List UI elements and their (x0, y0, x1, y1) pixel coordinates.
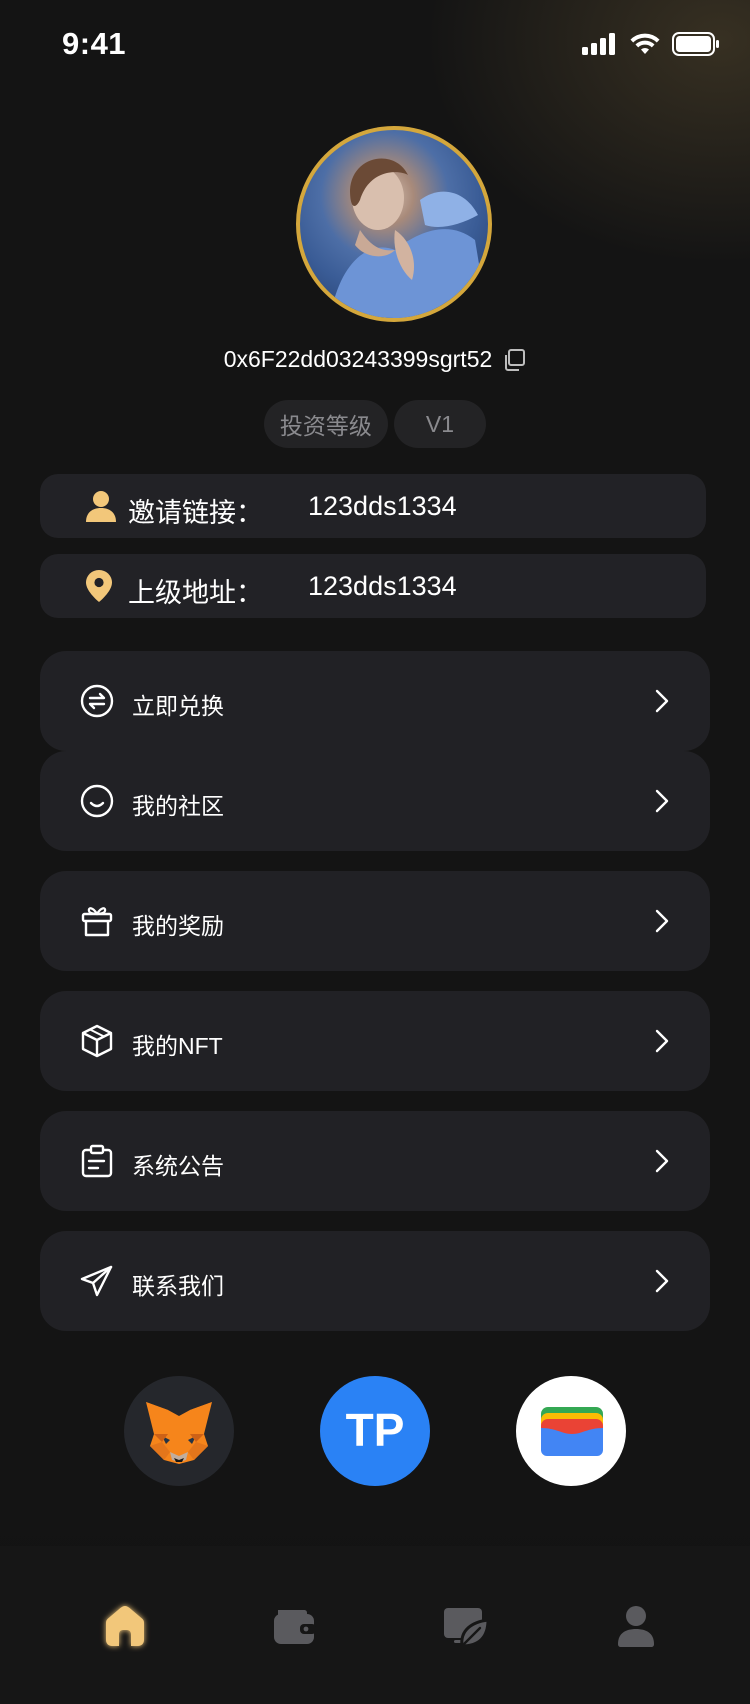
location-pin-icon (86, 570, 112, 602)
menu-label: 联系我们 (132, 1273, 224, 1299)
menu-label: 我的奖励 (132, 913, 224, 939)
wallet-app-button[interactable] (516, 1376, 626, 1486)
level-label-chip: 投资等级 (263, 400, 388, 448)
chevron-right-icon (655, 1029, 669, 1053)
parent-address-value: 123dds1334 (308, 571, 457, 601)
chevron-right-icon (655, 789, 669, 813)
signal-icon (582, 33, 615, 55)
invite-link-value: 123dds1334 (308, 491, 457, 521)
menu-item-contact[interactable]: 联系我们 (40, 1231, 710, 1331)
menu-item-community[interactable]: 我的社区 (40, 751, 710, 851)
home-icon[interactable] (99, 1600, 151, 1652)
wallet-address: 0x6F22dd03243399sgrt52 (223, 346, 493, 372)
status-time: 9:41 (62, 26, 127, 61)
battery-icon (672, 32, 719, 56)
status-bar: 9:41 (0, 0, 750, 92)
gift-icon (81, 907, 113, 937)
wallet-icon[interactable] (268, 1600, 320, 1652)
exchange-icon (80, 684, 114, 718)
menu-item-rewards[interactable]: 我的奖励 (40, 871, 710, 971)
nft-leaf-icon[interactable] (440, 1600, 492, 1652)
smile-icon (80, 784, 114, 818)
tab-bar (0, 1546, 750, 1704)
send-icon (80, 1265, 113, 1297)
chevron-right-icon (655, 1149, 669, 1173)
investment-level-row: 投资等级 V1 (0, 400, 750, 448)
level-value-chip: V1 (393, 400, 487, 448)
profile-icon[interactable] (610, 1600, 662, 1652)
user-icon (86, 491, 116, 522)
chevron-right-icon (655, 1269, 669, 1293)
menu-item-exchange[interactable]: 立即兑换 (40, 651, 710, 751)
invite-link-label: 邀请链接： (128, 498, 263, 528)
tokenpocket-button[interactable]: TP (320, 1376, 430, 1486)
menu-label: 我的社区 (132, 793, 224, 819)
invite-link-row[interactable]: 邀请链接： 123dds1334 (40, 474, 706, 538)
tokenpocket-text: TP (346, 1404, 405, 1456)
menu-item-nft[interactable]: 我的NFT (40, 991, 710, 1091)
menu-label: 我的NFT (132, 1033, 223, 1059)
wallet-address-row: 0x6F22dd03243399sgrt52 (0, 346, 750, 373)
wifi-icon (630, 33, 660, 54)
tokenpocket-icon: TP (346, 1404, 405, 1456)
parent-address-row[interactable]: 上级地址： 123dds1334 (40, 554, 706, 618)
notice-icon (81, 1144, 113, 1178)
parent-address-label: 上级地址： (128, 578, 263, 608)
copy-icon[interactable] (502, 348, 526, 372)
metamask-button[interactable] (124, 1376, 234, 1486)
wallet-app-icon (541, 1407, 603, 1456)
chevron-right-icon (655, 909, 669, 933)
metamask-icon (146, 1402, 212, 1464)
menu-label: 立即兑换 (132, 693, 224, 719)
menu-label: 系统公告 (132, 1153, 224, 1179)
status-icons (582, 32, 720, 56)
cube-icon (81, 1024, 113, 1058)
avatar[interactable] (296, 126, 492, 322)
avatar-photo (330, 158, 488, 318)
menu-item-announcement[interactable]: 系统公告 (40, 1111, 710, 1211)
chevron-right-icon (655, 689, 669, 713)
